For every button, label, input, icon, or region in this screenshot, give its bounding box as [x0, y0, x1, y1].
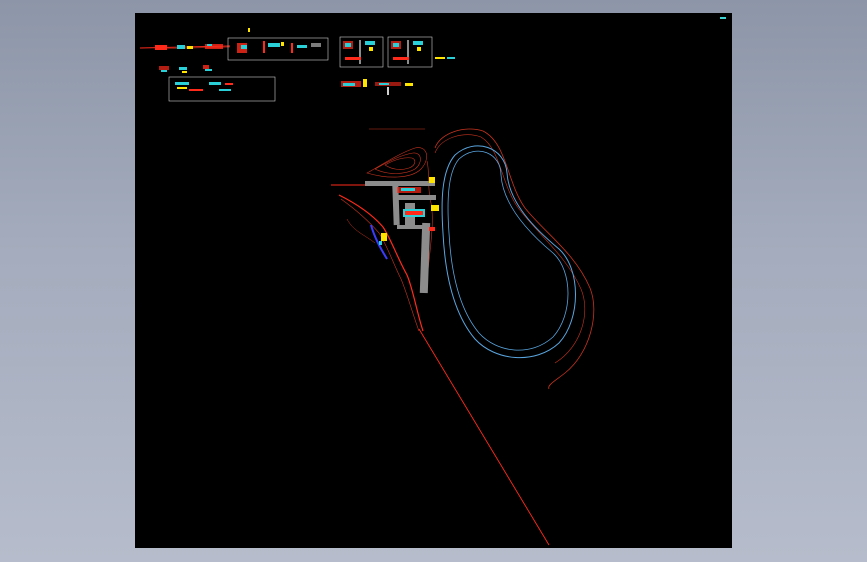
- detail-sheet-frame-3: [387, 36, 455, 68]
- detail-sheet-strip-left: [139, 44, 231, 50]
- lake-shoreline-outer: [441, 145, 576, 359]
- detail-sheet-frame-2: [339, 36, 384, 68]
- access-road-line: [418, 328, 550, 546]
- legend-small-items: [159, 65, 212, 73]
- notes-frame: [168, 76, 276, 102]
- drawing-canvas: [139, 28, 595, 546]
- detail-sheet-frame-1: [227, 28, 329, 61]
- section-details-row: [341, 79, 413, 95]
- site-buildings: [365, 177, 439, 294]
- lake-contour-mid: [434, 134, 586, 364]
- cad-drawing-area[interactable]: [135, 13, 732, 548]
- corner-marker: [720, 17, 726, 19]
